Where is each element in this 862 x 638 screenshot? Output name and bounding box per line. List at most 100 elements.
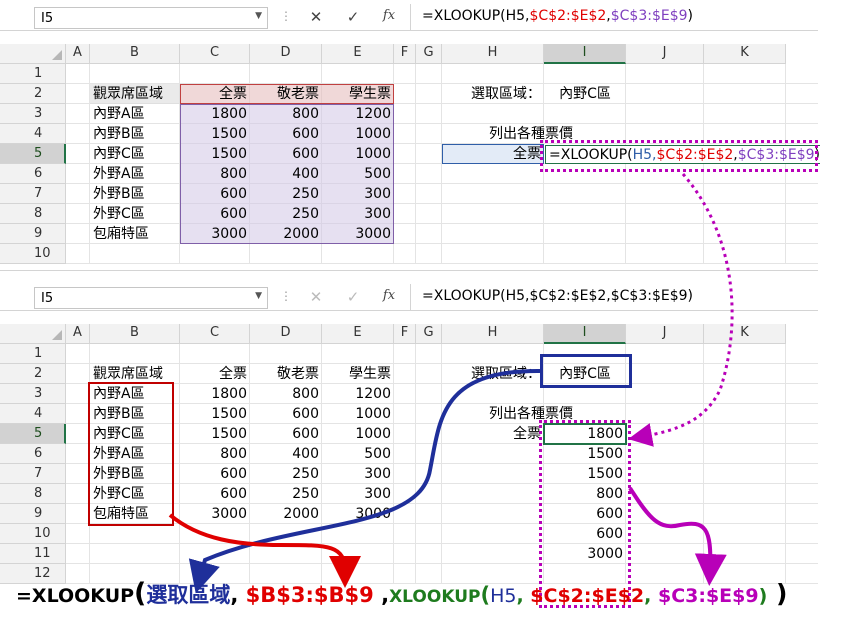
row-header-3[interactable]: 3 bbox=[0, 384, 66, 404]
column-header-k[interactable]: K bbox=[704, 44, 786, 64]
price-full[interactable]: 600 bbox=[180, 204, 250, 224]
price-student[interactable]: 300 bbox=[322, 464, 394, 484]
column-header-f[interactable]: F bbox=[394, 324, 416, 344]
column-header-e[interactable]: E bbox=[322, 324, 394, 344]
row-header-6[interactable]: 6 bbox=[0, 164, 66, 184]
column-header-d[interactable]: D bbox=[250, 324, 322, 344]
price-senior[interactable]: 600 bbox=[250, 144, 322, 164]
row-header-1[interactable]: 1 bbox=[0, 344, 66, 364]
formula-input[interactable]: =XLOOKUP(H5,$C$2:$E$2,$C$3:$E$9) bbox=[422, 8, 693, 24]
confirm-check-icon[interactable]: ✓ bbox=[340, 288, 366, 308]
row-label[interactable]: 全票 bbox=[442, 144, 544, 164]
column-header-c[interactable]: C bbox=[180, 44, 250, 64]
dropdown-arrow-icon[interactable]: ▼ bbox=[255, 291, 262, 301]
column-header-c[interactable]: C bbox=[180, 324, 250, 344]
price-senior[interactable]: 800 bbox=[250, 384, 322, 404]
column-header-j[interactable]: J bbox=[626, 324, 704, 344]
column-header-k[interactable]: K bbox=[704, 324, 786, 344]
row-header-4[interactable]: 4 bbox=[0, 124, 66, 144]
price-full[interactable]: 3000 bbox=[180, 224, 250, 244]
price-student[interactable]: 300 bbox=[322, 184, 394, 204]
row-header-9[interactable]: 9 bbox=[0, 504, 66, 524]
area-name[interactable]: 包廂特區 bbox=[90, 224, 180, 244]
column-header-j[interactable]: J bbox=[626, 44, 704, 64]
price-full[interactable]: 600 bbox=[180, 184, 250, 204]
select-label[interactable]: 選取區域： bbox=[442, 364, 544, 384]
price-full[interactable]: 800 bbox=[180, 164, 250, 184]
price-full[interactable]: 600 bbox=[180, 484, 250, 504]
row-header-2[interactable]: 2 bbox=[0, 84, 66, 104]
price-senior[interactable]: 600 bbox=[250, 424, 322, 444]
area-name[interactable]: 外野B區 bbox=[90, 184, 180, 204]
area-name[interactable]: 內野C區 bbox=[90, 144, 180, 164]
price-student[interactable]: 3000 bbox=[322, 224, 394, 244]
price-student[interactable]: 1200 bbox=[322, 384, 394, 404]
row-header-5[interactable]: 5 bbox=[0, 144, 66, 164]
price-full[interactable]: 1500 bbox=[180, 124, 250, 144]
row-header-8[interactable]: 8 bbox=[0, 204, 66, 224]
price-full[interactable]: 1800 bbox=[180, 104, 250, 124]
price-full[interactable]: 1500 bbox=[180, 404, 250, 424]
price-student[interactable]: 1000 bbox=[322, 404, 394, 424]
price-senior[interactable]: 600 bbox=[250, 124, 322, 144]
column-header-i[interactable]: I bbox=[544, 44, 626, 64]
row-header-10[interactable]: 10 bbox=[0, 524, 66, 544]
price-full[interactable]: 3000 bbox=[180, 504, 250, 524]
header-student[interactable]: 學生票 bbox=[322, 364, 394, 384]
price-student[interactable]: 1000 bbox=[322, 424, 394, 444]
select-all-corner[interactable] bbox=[0, 44, 66, 64]
column-header-i[interactable]: I bbox=[544, 324, 626, 344]
price-senior[interactable]: 600 bbox=[250, 404, 322, 424]
select-all-corner[interactable] bbox=[0, 324, 66, 344]
price-student[interactable]: 300 bbox=[322, 204, 394, 224]
header-area[interactable]: 觀眾席區域 bbox=[90, 364, 180, 384]
price-student[interactable]: 3000 bbox=[322, 504, 394, 524]
row-label[interactable]: 全票 bbox=[442, 424, 544, 444]
price-senior[interactable]: 400 bbox=[250, 444, 322, 464]
price-full[interactable]: 1500 bbox=[180, 424, 250, 444]
header-senior[interactable]: 敬老票 bbox=[250, 364, 322, 384]
price-full[interactable]: 1800 bbox=[180, 384, 250, 404]
price-student[interactable]: 1000 bbox=[322, 124, 394, 144]
confirm-check-icon[interactable]: ✓ bbox=[340, 8, 366, 28]
cancel-x-icon[interactable]: ✕ bbox=[303, 8, 329, 28]
header-full[interactable]: 全票 bbox=[180, 84, 250, 104]
area-name[interactable]: 外野C區 bbox=[90, 204, 180, 224]
row-header-1[interactable]: 1 bbox=[0, 64, 66, 84]
dropdown-arrow-icon[interactable]: ▼ bbox=[255, 11, 262, 21]
area-name[interactable]: 內野B區 bbox=[90, 124, 180, 144]
row-header-10[interactable]: 10 bbox=[0, 244, 66, 264]
price-full[interactable]: 800 bbox=[180, 444, 250, 464]
price-student[interactable]: 500 bbox=[322, 164, 394, 184]
column-header-b[interactable]: B bbox=[90, 44, 180, 64]
row-header-8[interactable]: 8 bbox=[0, 484, 66, 504]
price-senior[interactable]: 250 bbox=[250, 204, 322, 224]
header-senior[interactable]: 敬老票 bbox=[250, 84, 322, 104]
drag-handle-icon[interactable]: ⋮ bbox=[280, 289, 292, 303]
column-header-g[interactable]: G bbox=[416, 44, 442, 64]
price-senior[interactable]: 250 bbox=[250, 484, 322, 504]
row-header-9[interactable]: 9 bbox=[0, 224, 66, 244]
row-header-7[interactable]: 7 bbox=[0, 184, 66, 204]
column-header-a[interactable]: A bbox=[66, 44, 90, 64]
cancel-x-icon[interactable]: ✕ bbox=[303, 288, 329, 308]
header-student[interactable]: 學生票 bbox=[322, 84, 394, 104]
price-full[interactable]: 1500 bbox=[180, 144, 250, 164]
active-cell[interactable] bbox=[543, 423, 627, 445]
price-senior[interactable]: 2000 bbox=[250, 224, 322, 244]
select-value[interactable]: 內野C區 bbox=[544, 84, 626, 104]
column-header-d[interactable]: D bbox=[250, 44, 322, 64]
row-header-4[interactable]: 4 bbox=[0, 404, 66, 424]
row-header-6[interactable]: 6 bbox=[0, 444, 66, 464]
column-header-e[interactable]: E bbox=[322, 44, 394, 64]
column-header-a[interactable]: A bbox=[66, 324, 90, 344]
price-student[interactable]: 500 bbox=[322, 444, 394, 464]
select-label[interactable]: 選取區域： bbox=[442, 84, 544, 104]
function-fx-icon[interactable]: fx bbox=[376, 288, 402, 308]
row-header-11[interactable]: 11 bbox=[0, 544, 66, 564]
price-student[interactable]: 1200 bbox=[322, 104, 394, 124]
column-header-h[interactable]: H bbox=[442, 324, 544, 344]
header-area[interactable]: 觀眾席區域 bbox=[90, 84, 180, 104]
row-header-5[interactable]: 5 bbox=[0, 424, 66, 444]
row-header-7[interactable]: 7 bbox=[0, 464, 66, 484]
